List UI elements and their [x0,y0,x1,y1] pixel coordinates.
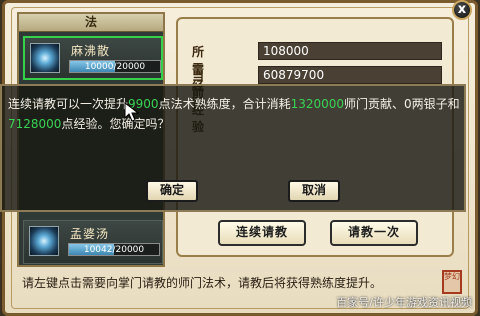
skill-proficiency-text: 10042/20000 [83,245,145,255]
exp-cost: 7128000 [8,117,62,131]
skill-name: 孟婆汤 [70,227,110,241]
watermark: 百家号/许少年游戏资讯视频 [336,296,472,309]
current-exp-value: 60879700 [258,66,442,84]
learn-once-button[interactable]: 请教一次 [330,220,418,246]
skill-proficiency-bar: 10000/20000 [69,60,161,73]
required-exp-value: 108000 [258,42,442,60]
confirm-button[interactable]: 确定 [146,180,198,202]
confirm-message: 连续请教可以一次提升9900点法术熟练度，合计消耗1320000师门贡献、0两银… [8,94,460,134]
skill-item-mafeisan[interactable]: 麻沸散 10000/20000 [23,36,163,80]
contribution-cost: 1320000 [290,97,345,111]
game-screen: x 法 麻沸散 10000/20000 孟婆汤 10042/20000 所需经验… [0,0,480,316]
mengpotang-skill-icon [29,226,59,256]
confirm-dialog: 连续请教可以一次提升9900点法术熟练度，合计消耗1320000师门贡献、0两银… [0,84,466,212]
close-button[interactable]: x [452,0,472,20]
continue-learn-button[interactable]: 连续请教 [218,220,306,246]
skill-proficiency-bar: 10042/20000 [68,243,160,256]
message-part: 连续请教可以一次提升 [8,97,129,111]
message-part: 点经验。您确定吗？ [61,117,170,131]
instruction-hint: 请左键点击需要向掌门请教的师门法术，请教后将获得熟练度提升。 [22,276,383,290]
message-part: 点法术熟练度，合计消耗 [158,97,291,111]
mafeisan-skill-icon [30,43,60,73]
skill-item-mengpotang[interactable]: 孟婆汤 10042/20000 [23,220,163,264]
skill-list-header: 法 [19,14,163,32]
mouse-cursor-icon [124,102,140,122]
cancel-button[interactable]: 取消 [288,180,340,202]
seal-stamp: 梦幻 [442,270,462,294]
skill-name: 麻沸散 [71,44,111,58]
skill-proficiency-text: 10000/20000 [84,62,146,72]
message-part: 师门贡献、0两银子和 [344,97,460,111]
